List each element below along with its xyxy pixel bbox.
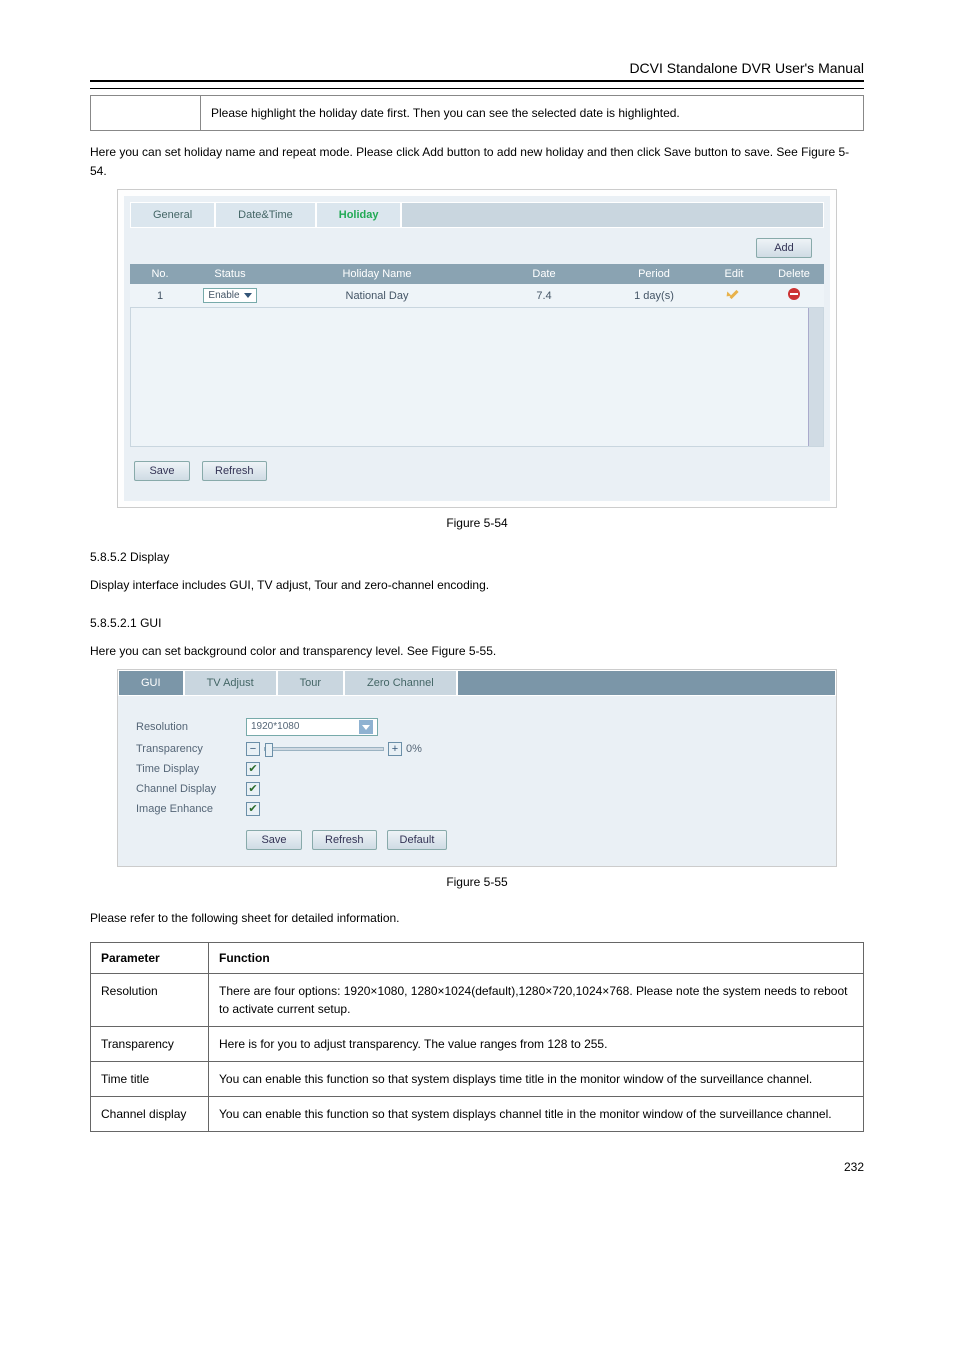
save-button[interactable]: Save xyxy=(246,830,302,850)
cell-func: Here is for you to adjust transparency. … xyxy=(209,1026,864,1061)
rule xyxy=(90,80,864,82)
holiday-table: No. Status Holiday Name Date Period Edit… xyxy=(130,264,824,307)
cell-func: You can enable this function so that sys… xyxy=(209,1096,864,1131)
top-blurb-table: Please highlight the holiday date first.… xyxy=(90,95,864,131)
cell-edit xyxy=(704,284,764,307)
parameter-table: Parameter Function Resolution There are … xyxy=(90,942,864,1132)
section-heading: 5.8.5.2.1 GUI xyxy=(90,616,864,630)
col-delete: Delete xyxy=(764,264,824,284)
tab-spacer xyxy=(401,202,824,228)
chevron-down-icon xyxy=(244,293,252,298)
cell-func: You can enable this function so that sys… xyxy=(209,1061,864,1096)
time-display-checkbox[interactable]: ✔ xyxy=(246,762,260,776)
col-period: Period xyxy=(604,264,704,284)
tab-tour[interactable]: Tour xyxy=(277,670,344,696)
minus-button[interactable]: − xyxy=(246,742,260,756)
label-image-enhance: Image Enhance xyxy=(136,803,246,815)
slider-track[interactable] xyxy=(264,747,384,751)
status-value: Enable xyxy=(208,290,239,301)
default-button[interactable]: Default xyxy=(387,830,448,850)
cell-delete xyxy=(764,284,824,307)
label-time-display: Time Display xyxy=(136,763,246,775)
table-row: Resolution There are four options: 1920×… xyxy=(91,973,864,1026)
cell xyxy=(91,96,201,131)
table-row: Transparency Here is for you to adjust t… xyxy=(91,1026,864,1061)
cell: Please highlight the holiday date first.… xyxy=(201,96,864,131)
tab-datetime[interactable]: Date&Time xyxy=(215,202,316,228)
paragraph: Here you can set holiday name and repeat… xyxy=(90,143,864,181)
table-row: Time title You can enable this function … xyxy=(91,1061,864,1096)
label-transparency: Transparency xyxy=(136,743,246,755)
cell-param: Resolution xyxy=(91,973,209,1026)
transparency-value: 0% xyxy=(406,743,422,755)
col-date: Date xyxy=(484,264,604,284)
rule xyxy=(90,88,864,89)
cell-status: Enable xyxy=(190,284,270,307)
cell-param: Channel display xyxy=(91,1096,209,1131)
resolution-value: 1920*1080 xyxy=(251,721,299,732)
transparency-slider[interactable]: − + 0% xyxy=(246,742,422,756)
list-area xyxy=(130,307,824,447)
paragraph: Display interface includes GUI, TV adjus… xyxy=(90,576,864,595)
resolution-select[interactable]: 1920*1080 xyxy=(246,718,378,736)
col-no: No. xyxy=(130,264,190,284)
th-parameter: Parameter xyxy=(91,942,209,973)
status-dropdown[interactable]: Enable xyxy=(203,288,256,303)
refresh-button[interactable]: Refresh xyxy=(202,461,267,481)
cell-func: There are four options: 1920×1080, 1280×… xyxy=(209,973,864,1026)
chevron-down-icon xyxy=(359,720,373,734)
screenshot-holiday: General Date&Time Holiday Add No. Status… xyxy=(117,189,837,508)
pencil-icon[interactable] xyxy=(728,288,740,300)
table-row: 1 Enable National Day 7.4 1 day(s) xyxy=(130,284,824,307)
tab-bar: GUI TV Adjust Tour Zero Channel xyxy=(118,670,836,696)
cell-no: 1 xyxy=(130,284,190,307)
cell-param: Time title xyxy=(91,1061,209,1096)
figure-caption: Figure 5-54 xyxy=(90,516,864,530)
col-holiday-name: Holiday Name xyxy=(270,264,484,284)
tab-gui[interactable]: GUI xyxy=(118,670,184,696)
image-enhance-checkbox[interactable]: ✔ xyxy=(246,802,260,816)
tab-spacer xyxy=(457,670,836,696)
label-channel-display: Channel Display xyxy=(136,783,246,795)
channel-display-checkbox[interactable]: ✔ xyxy=(246,782,260,796)
plus-button[interactable]: + xyxy=(388,742,402,756)
screenshot-gui: GUI TV Adjust Tour Zero Channel Resoluti… xyxy=(117,669,837,867)
page-header: DCVI Standalone DVR User's Manual xyxy=(90,60,864,76)
col-edit: Edit xyxy=(704,264,764,284)
add-button[interactable]: Add xyxy=(756,238,812,258)
refresh-button[interactable]: Refresh xyxy=(312,830,377,850)
delete-icon[interactable] xyxy=(788,288,800,300)
scrollbar[interactable] xyxy=(808,308,823,446)
cell-period: 1 day(s) xyxy=(604,284,704,307)
table-row: Channel display You can enable this func… xyxy=(91,1096,864,1131)
cell-name: National Day xyxy=(270,284,484,307)
paragraph: Please refer to the following sheet for … xyxy=(90,909,864,928)
col-status: Status xyxy=(190,264,270,284)
tab-bar: General Date&Time Holiday xyxy=(130,202,824,228)
paragraph: Here you can set background color and tr… xyxy=(90,642,864,661)
tab-general[interactable]: General xyxy=(130,202,215,228)
slider-thumb[interactable] xyxy=(265,743,273,757)
page-number: 232 xyxy=(844,1160,864,1174)
th-function: Function xyxy=(209,942,864,973)
tab-tvadjust[interactable]: TV Adjust xyxy=(184,670,277,696)
save-button[interactable]: Save xyxy=(134,461,190,481)
label-resolution: Resolution xyxy=(136,721,246,733)
section-heading: 5.8.5.2 Display xyxy=(90,550,864,564)
cell-date: 7.4 xyxy=(484,284,604,307)
figure-caption: Figure 5-55 xyxy=(90,875,864,889)
tab-zero-channel[interactable]: Zero Channel xyxy=(344,670,457,696)
tab-holiday[interactable]: Holiday xyxy=(316,202,402,228)
cell-param: Transparency xyxy=(91,1026,209,1061)
